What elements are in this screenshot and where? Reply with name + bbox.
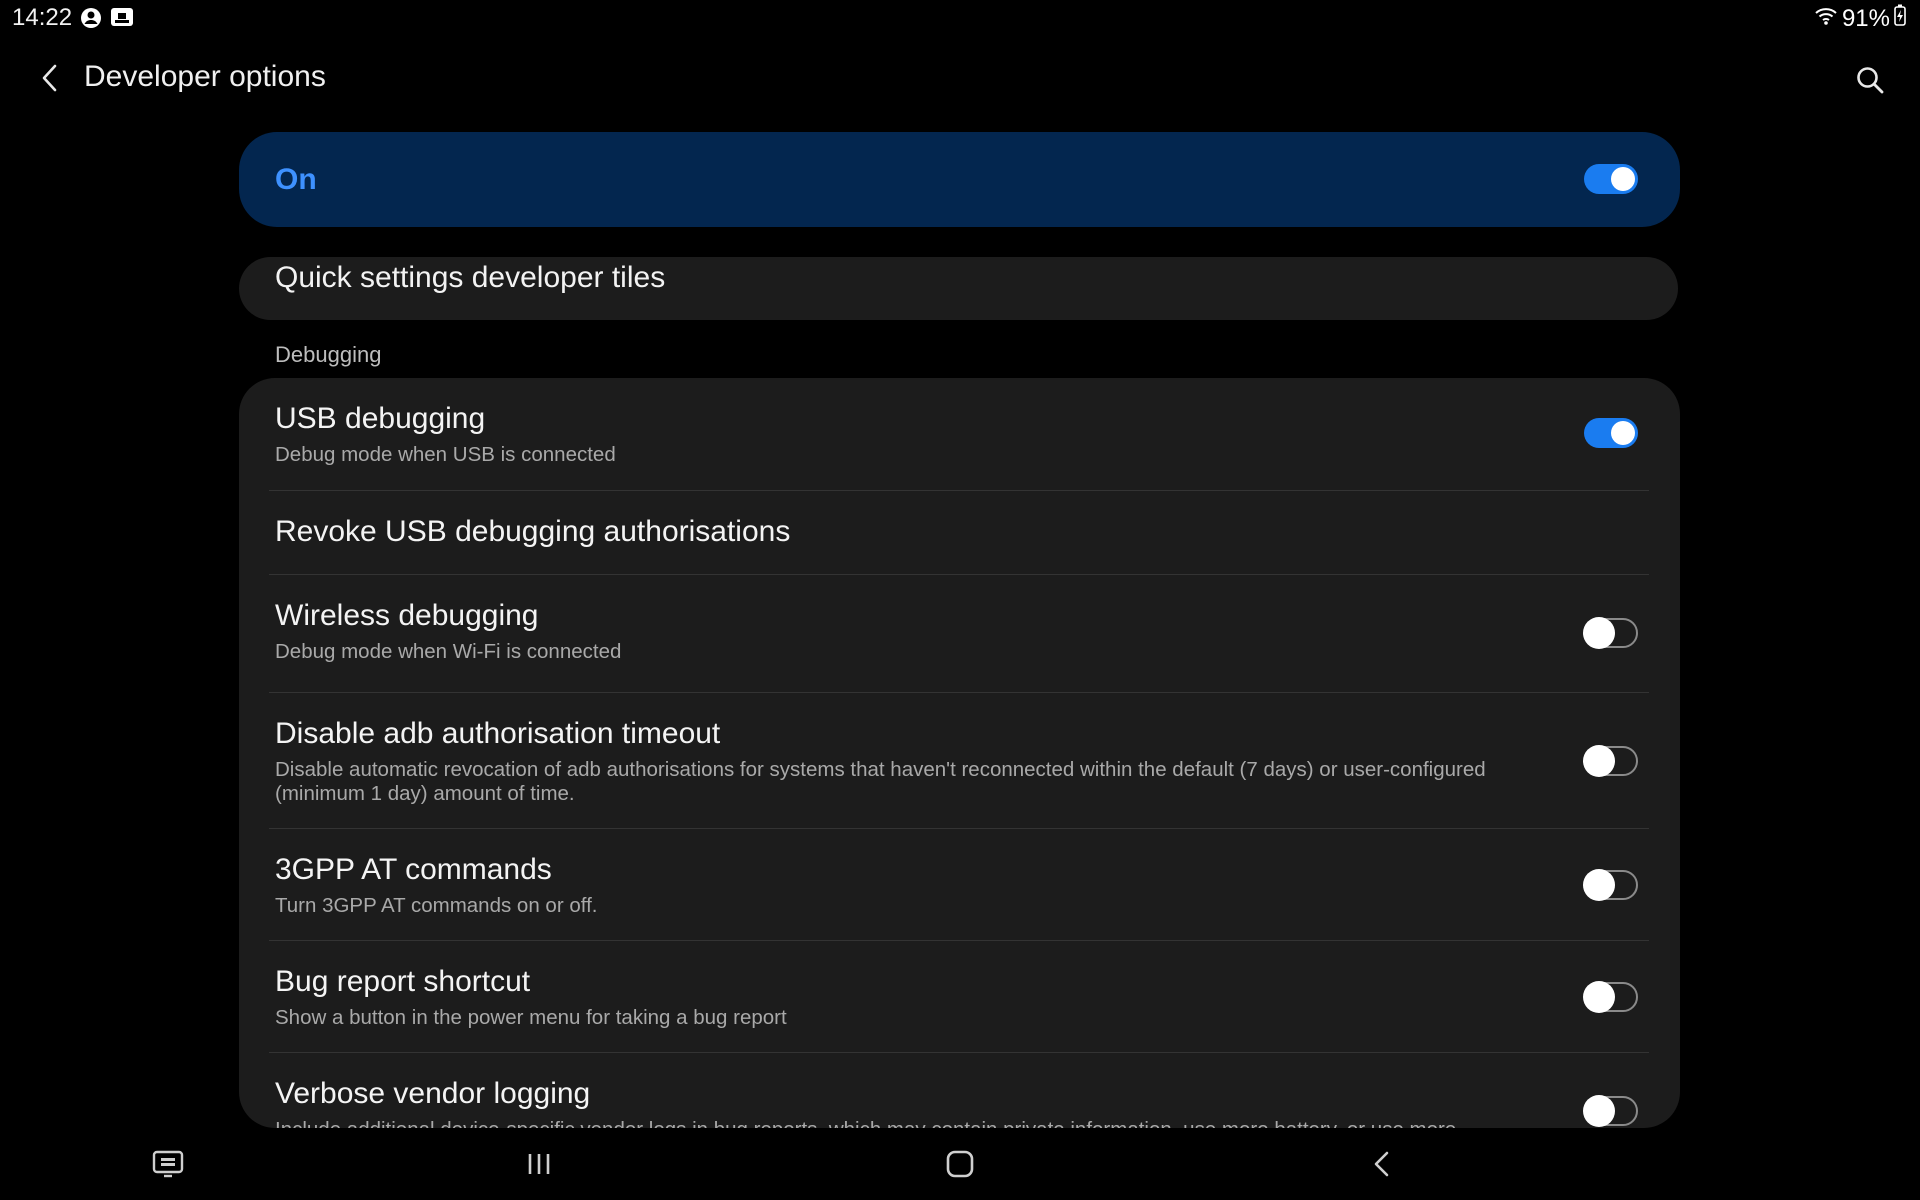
quick-settings-developer-tiles-item[interactable]: Quick settings developer tiles [239,257,1678,320]
wireless-debugging-toggle[interactable] [1583,617,1638,649]
taskbar-button[interactable] [146,1144,190,1184]
debugging-card: USB debugging Debug mode when USB is con… [239,378,1680,1128]
setting-summary: Turn 3GPP AT commands on or off. [275,894,598,917]
setting-summary: Show a button in the power menu for taki… [275,1006,787,1029]
bug-report-shortcut-toggle[interactable] [1583,981,1638,1013]
setting-title: Bug report shortcut [275,965,531,998]
home-icon [946,1150,974,1178]
setting-title: Wireless debugging [275,599,539,632]
chevron-left-icon [42,64,57,92]
developer-options-master-switch[interactable]: On [239,132,1680,227]
status-right: 91% [1814,4,1906,33]
back-nav-button[interactable] [1360,1144,1404,1184]
navigation-bar [0,1128,1920,1200]
search-button[interactable] [1848,58,1892,102]
quick-settings-label: Quick settings developer tiles [275,261,666,294]
recent-apps-icon [528,1154,550,1174]
toggle-knob [1611,421,1635,445]
section-header-debugging: Debugging [275,342,382,367]
master-switch-label: On [275,163,317,196]
taskbar-icon [152,1150,184,1178]
verbose-vendor-logging-toggle[interactable] [1583,1095,1638,1127]
setting-summary: Debug mode when Wi-Fi is connected [275,640,622,663]
setting-3gpp-at-commands[interactable]: 3GPP AT commands Turn 3GPP AT commands o… [239,829,1680,940]
setting-title: 3GPP AT commands [275,853,552,886]
setting-title: Disable adb authorisation timeout [275,717,721,750]
back-button[interactable] [30,58,70,98]
wifi-icon [1814,5,1838,33]
setting-summary: Include additional device-specific vendo… [275,1118,1565,1128]
screen-share-icon [110,7,134,34]
home-button[interactable] [938,1144,982,1184]
setting-bug-report-shortcut[interactable]: Bug report shortcut Show a button in the… [239,941,1680,1052]
back-icon [1374,1151,1389,1177]
setting-summary: Debug mode when USB is connected [275,443,616,466]
setting-summary: Disable automatic revocation of adb auth… [275,758,1486,805]
status-time: 14:22 [12,4,73,31]
setting-revoke-usb-authorisations[interactable]: Revoke USB debugging authorisations [239,491,1680,574]
setting-disable-adb-timeout[interactable]: Disable adb authorisation timeout Disabl… [239,693,1680,828]
page-title: Developer options [84,60,326,93]
disable-adb-timeout-toggle[interactable] [1583,745,1638,777]
toggle-knob [1583,745,1615,777]
search-icon [1857,67,1884,94]
status-bar: 14:22 91% [0,0,1920,38]
3gpp-at-commands-toggle[interactable] [1583,869,1638,901]
setting-title: Revoke USB debugging authorisations [275,515,791,548]
battery-text: 91% [1841,4,1890,32]
setting-title: USB debugging [275,402,486,435]
setting-verbose-vendor-logging[interactable]: Verbose vendor logging Include additiona… [239,1053,1680,1128]
master-toggle[interactable] [1584,164,1638,194]
toggle-knob [1583,869,1615,901]
setting-title: Verbose vendor logging [275,1077,591,1110]
toggle-knob [1583,981,1615,1013]
toggle-knob [1583,617,1615,649]
battery-charging-icon [1894,4,1906,33]
toggle-knob [1583,1095,1615,1127]
recent-apps-button[interactable] [517,1144,561,1184]
usb-debugging-toggle[interactable] [1584,418,1638,448]
toggle-knob [1611,167,1635,191]
app-bar: Developer options [0,44,1920,114]
account-circle-icon [80,7,102,34]
setting-wireless-debugging[interactable]: Wireless debugging Debug mode when Wi-Fi… [239,575,1680,692]
setting-usb-debugging[interactable]: USB debugging Debug mode when USB is con… [239,378,1680,490]
